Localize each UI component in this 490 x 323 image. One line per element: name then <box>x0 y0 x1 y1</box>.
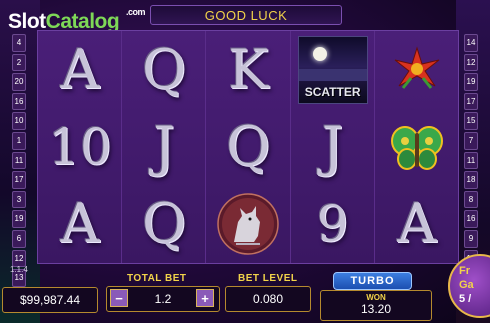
payline-number: 17 <box>464 92 478 111</box>
logo-com-text: .com <box>126 7 146 17</box>
moon-icon <box>312 46 327 61</box>
balance-value: $99,987.44 <box>19 293 81 307</box>
free-games-line2: Ga <box>459 279 474 291</box>
wolf-symbol <box>206 185 290 262</box>
reel-2: Q J Q <box>122 31 207 263</box>
payline-number: 9 <box>464 229 478 248</box>
reel-3: K Q <box>206 31 291 263</box>
symbol-letter: Q <box>142 192 187 255</box>
payline-number: 14 <box>464 34 478 52</box>
scatter-symbol: SCATTER <box>291 31 375 108</box>
payline-number: 16 <box>464 210 478 228</box>
payline-number: 16 <box>12 92 26 111</box>
water-icon <box>298 68 367 81</box>
payline-number: 11 <box>464 151 478 170</box>
payline-number: 18 <box>464 171 478 189</box>
symbol-letter: A <box>60 192 100 255</box>
bet-level-value: 0.080 <box>252 292 284 306</box>
decrease-bet-button[interactable]: − <box>110 289 128 307</box>
butterfly-symbol <box>375 108 459 185</box>
reel-4: SCATTER J 9 <box>291 31 375 263</box>
symbol-letter: J <box>321 115 344 178</box>
flower-symbol <box>375 31 459 108</box>
symbol-9: 9 <box>291 185 375 262</box>
symbol-letter: A <box>397 192 437 255</box>
won-label: WON <box>366 293 386 302</box>
bet-level-label: BET LEVEL <box>238 273 298 284</box>
turbo-button[interactable]: TURBO <box>333 272 412 290</box>
symbol-letter: K <box>228 38 269 101</box>
payline-number: 20 <box>12 73 26 91</box>
symbol-a: A <box>38 31 122 108</box>
symbol-q: Q <box>206 108 290 185</box>
payline-number: 12 <box>464 53 478 72</box>
scatter-icon: SCATTER <box>297 35 368 104</box>
balance-display: $99,987.44 <box>2 287 98 313</box>
increase-bet-button[interactable]: + <box>196 289 214 307</box>
symbol-letter: J <box>153 115 176 178</box>
minus-icon: − <box>115 290 123 306</box>
symbol-letter: Q <box>226 115 271 178</box>
message-text: GOOD LUCK <box>204 7 288 23</box>
payline-number: 4 <box>12 34 26 52</box>
message-bar: GOOD LUCK <box>150 5 342 25</box>
plus-icon: + <box>201 290 209 306</box>
symbol-letter: A <box>60 38 100 101</box>
symbol-j: J <box>291 108 375 185</box>
symbol-letter: Q <box>142 38 187 101</box>
payline-numbers-right: 14 12 19 17 15 7 11 18 8 16 9 13 10 <box>464 34 478 289</box>
payline-number: 2 <box>12 53 26 72</box>
symbol-k: K <box>206 31 290 108</box>
wolf-icon <box>217 192 280 255</box>
symbol-q: Q <box>122 185 206 262</box>
symbol-q: Q <box>122 31 206 108</box>
symbol-a: A <box>375 185 459 262</box>
total-bet-value: 1.2 <box>154 292 172 306</box>
reel-5: A <box>375 31 458 263</box>
payline-number: 6 <box>12 229 26 248</box>
reel-1: A 10 A <box>38 31 123 263</box>
won-display: WON 13.20 <box>320 290 432 321</box>
symbol-letter: 10 <box>48 117 112 176</box>
total-bet-label: TOTAL BET <box>127 273 187 284</box>
payline-number: 17 <box>12 171 26 189</box>
payline-numbers-left: 4 2 20 16 10 1 11 17 3 19 6 12 13 <box>12 34 26 289</box>
reel-grid: A 10 A Q J Q K Q SCATTER J 9 A <box>37 30 459 264</box>
symbol-a: A <box>38 185 122 262</box>
symbol-10: 10 <box>38 108 122 185</box>
payline-number: 7 <box>464 131 478 150</box>
payline-number: 3 <box>12 190 26 209</box>
bet-level-display[interactable]: 0.080 <box>225 286 311 312</box>
payline-number: 10 <box>12 112 26 130</box>
payline-number: 11 <box>12 151 26 170</box>
scatter-label: SCATTER <box>304 84 361 99</box>
butterfly-icon <box>390 125 443 170</box>
payline-number: 8 <box>464 190 478 209</box>
payline-number: 19 <box>464 73 478 91</box>
payline-number: 19 <box>12 210 26 228</box>
won-value: 13.20 <box>360 302 392 316</box>
symbol-letter: 9 <box>316 194 349 253</box>
version-text: 1.1.4 <box>10 265 28 274</box>
free-games-line1: Fr <box>459 265 470 277</box>
payline-number: 15 <box>464 112 478 130</box>
symbol-j: J <box>122 108 206 185</box>
free-games-line3: 5 / <box>459 293 472 305</box>
flower-icon <box>394 45 440 89</box>
payline-number: 1 <box>12 131 26 150</box>
